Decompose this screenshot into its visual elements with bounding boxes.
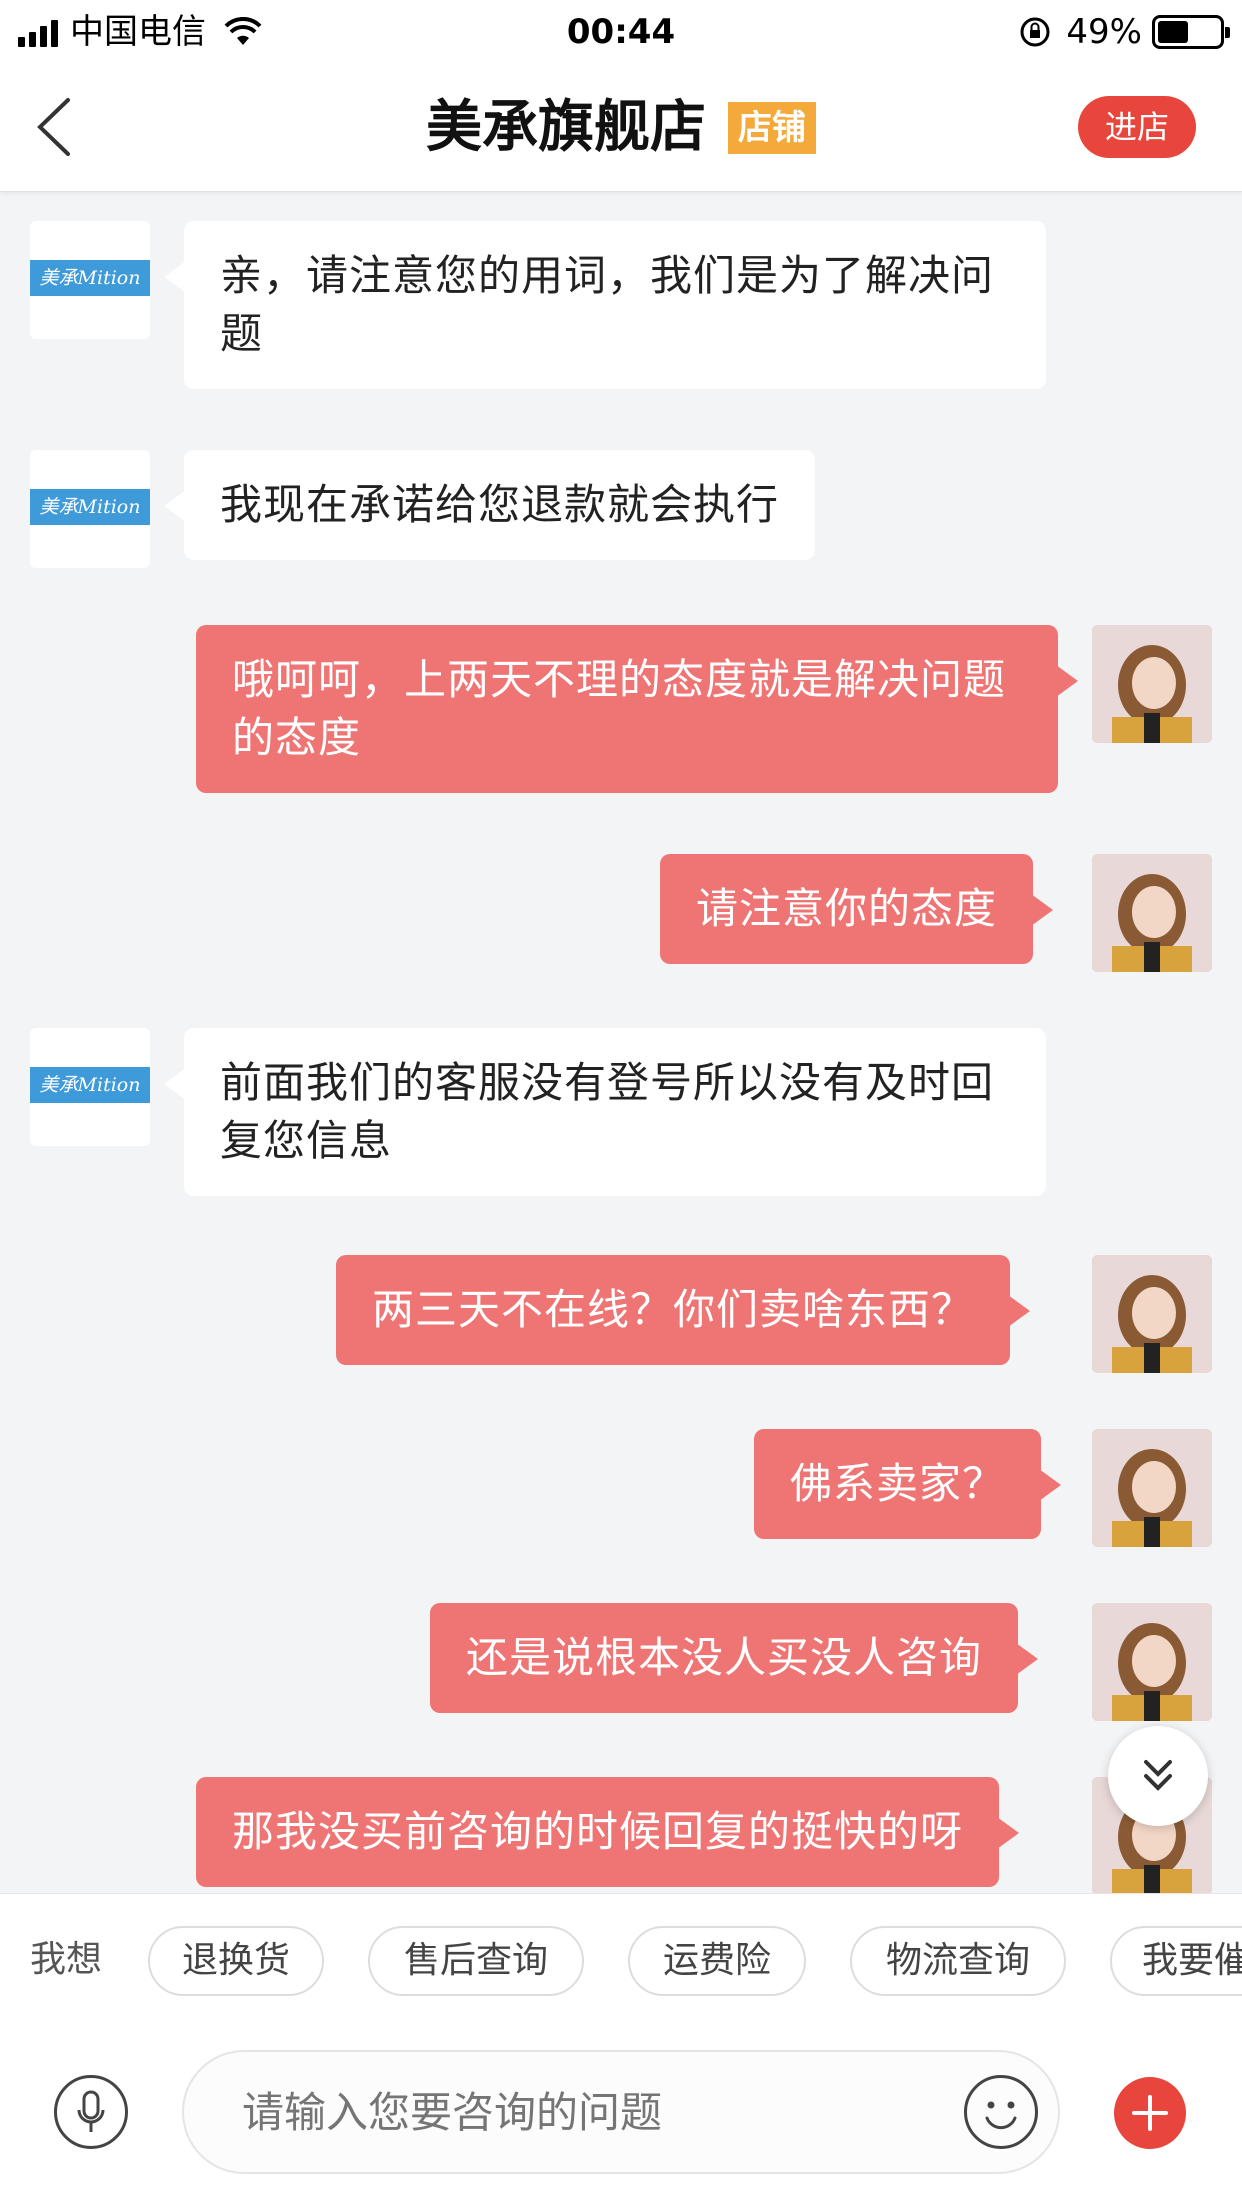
user-avatar[interactable]: [1092, 854, 1212, 972]
battery-percent: 49%: [1066, 12, 1142, 52]
shop-avatar[interactable]: 美承Mition: [30, 221, 150, 339]
message-bubble-user[interactable]: 还是说根本没人买没人咨询: [430, 1603, 1039, 1713]
message-bubble-shop[interactable]: 前面我们的客服没有登号所以没有及时回复您信息: [164, 1028, 1046, 1196]
user-avatar[interactable]: [1092, 1429, 1212, 1547]
user-photo: [1092, 1429, 1212, 1547]
chat-messages[interactable]: 美承Mition 亲，请注意您的用词，我们是为了解决问题 美承Mition 我现…: [0, 193, 1242, 1893]
battery-icon: [1152, 15, 1230, 49]
message-bubble-user[interactable]: 两三天不在线？你们卖啥东西？: [336, 1255, 1031, 1365]
more-actions-button[interactable]: [1114, 2077, 1186, 2149]
quick-reply-chip[interactable]: 运费险: [628, 1926, 806, 1996]
quick-reply-bar: 我想 退换货 售后查询 运费险 物流查询 我要催: [0, 1893, 1242, 2028]
quick-reply-chip[interactable]: 退换货: [148, 1926, 324, 1996]
message-bubble-user[interactable]: 佛系卖家？: [754, 1429, 1062, 1539]
message-bubble-user[interactable]: 那我没买前咨询的时候回复的挺快的呀: [196, 1777, 1020, 1887]
user-avatar[interactable]: [1092, 1255, 1212, 1373]
quick-reply-chip[interactable]: 售后查询: [368, 1926, 584, 1996]
orientation-lock-icon: [1020, 17, 1050, 47]
shop-avatar[interactable]: 美承Mition: [30, 1028, 150, 1146]
quick-reply-chip[interactable]: 我要催: [1110, 1926, 1242, 1996]
message-bubble-user[interactable]: 哦呵呵，上两天不理的态度就是解决问题的态度: [196, 625, 1078, 793]
message-input[interactable]: [182, 2050, 1060, 2174]
shop-logo: 美承Mition: [30, 489, 150, 525]
message-bubble-shop[interactable]: 亲，请注意您的用词，我们是为了解决问题: [164, 221, 1046, 389]
emoji-button[interactable]: [964, 2075, 1038, 2149]
plus-icon: [1132, 2095, 1168, 2131]
store-badge: 店铺: [728, 102, 816, 154]
shop-logo: 美承Mition: [30, 260, 150, 296]
voice-input-button[interactable]: [54, 2075, 128, 2149]
shop-logo: 美承Mition: [30, 1067, 150, 1103]
status-bar: 中国电信 00:44 49%: [0, 0, 1242, 64]
scroll-to-bottom-button[interactable]: [1108, 1726, 1208, 1826]
user-photo: [1092, 854, 1212, 972]
user-avatar[interactable]: [1092, 625, 1212, 743]
smiley-icon: [985, 2101, 1017, 2130]
store-title[interactable]: 美承旗舰店: [426, 90, 706, 166]
user-photo: [1092, 625, 1212, 743]
shop-avatar[interactable]: 美承Mition: [30, 450, 150, 568]
quick-reply-chip[interactable]: 物流查询: [850, 1926, 1066, 1996]
user-avatar[interactable]: [1092, 1603, 1212, 1721]
user-photo: [1092, 1603, 1212, 1721]
user-photo: [1092, 1255, 1212, 1373]
double-chevron-down-icon: [1144, 1760, 1172, 1791]
enter-store-button[interactable]: 进店: [1078, 96, 1196, 158]
message-bubble-shop[interactable]: 我现在承诺给您退款就会执行: [163, 450, 816, 560]
chat-header: 美承旗舰店 店铺 进店: [0, 64, 1242, 192]
microphone-icon: [77, 2090, 105, 2132]
quick-reply-label: 我想: [30, 1939, 103, 1980]
input-bar: [0, 2028, 1242, 2208]
message-bubble-user[interactable]: 请注意你的态度: [660, 854, 1054, 964]
